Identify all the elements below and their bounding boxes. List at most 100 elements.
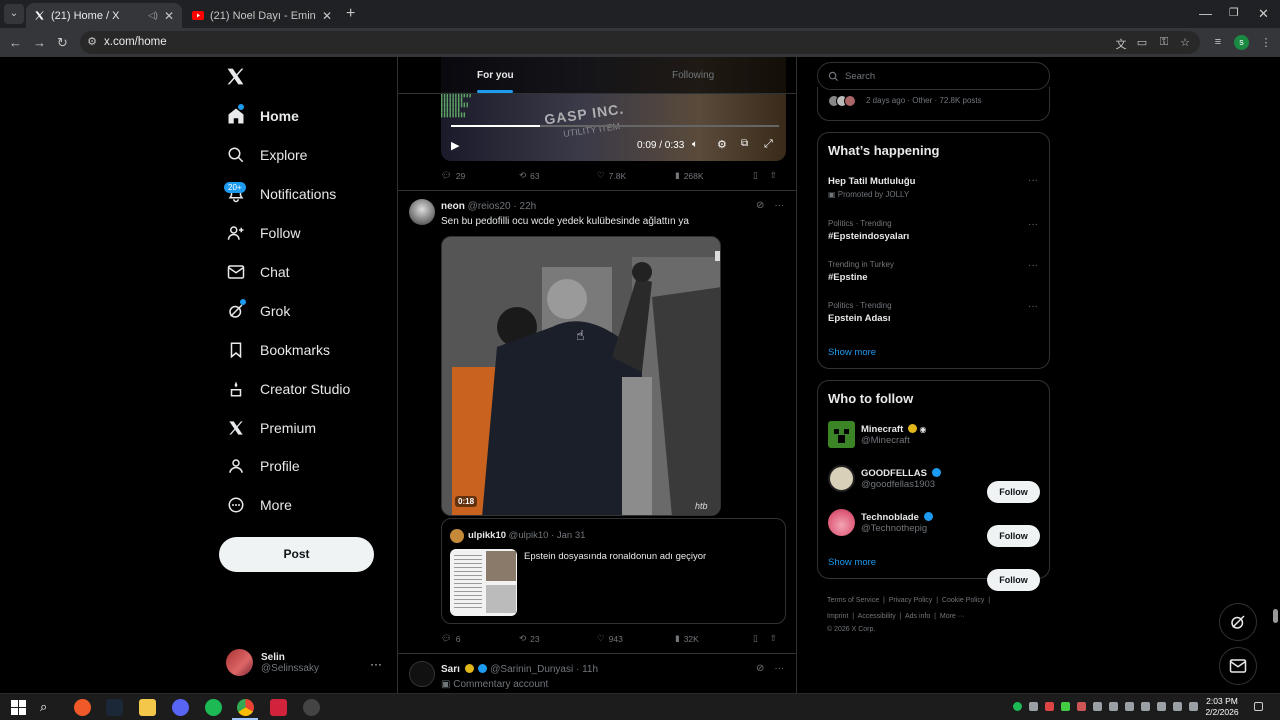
volume-icon[interactable] (1157, 702, 1166, 711)
trend-more-icon[interactable]: ··· (1028, 175, 1038, 186)
tray-icon[interactable] (1045, 702, 1054, 711)
bookmark-star-icon[interactable]: ☆ (1178, 36, 1192, 50)
tray-icon[interactable] (1093, 702, 1102, 711)
nav-profile[interactable]: Profile (226, 453, 300, 479)
discord-icon[interactable] (172, 699, 189, 716)
tweet-time[interactable]: 22h (520, 201, 537, 212)
restore-icon[interactable]: ❐ (1229, 6, 1239, 19)
share-icon[interactable]: ⇧ (770, 170, 777, 181)
nav-premium[interactable]: Premium (226, 415, 316, 441)
bookmark-icon[interactable]: ▯ (753, 633, 758, 644)
site-info-icon[interactable]: ⚙ (85, 35, 99, 49)
like-button[interactable]: ♡ 943 (597, 633, 675, 644)
search-icon[interactable]: ⌕ (40, 699, 57, 716)
app-icon[interactable] (303, 699, 320, 716)
tray-icon[interactable] (1061, 702, 1070, 711)
taskbar-clock[interactable]: 2:03 PM 2/2/2026 (1200, 696, 1244, 718)
tweet-author-name[interactable]: Sarı (441, 664, 460, 675)
suggested-account[interactable]: GOODFELLAS @goodfellas1903 (828, 465, 941, 492)
tweet-author-handle[interactable]: @Sarinin_Dunyasi (490, 664, 573, 675)
tab-for-you[interactable]: For you (477, 70, 557, 81)
window-close-icon[interactable]: ✕ (1258, 6, 1269, 22)
footer-link[interactable]: Ads info (905, 613, 930, 620)
reply-button[interactable]: 💬︎ 29 (441, 170, 519, 181)
new-tab-plus-icon[interactable]: + (346, 5, 355, 23)
tweet-video[interactable]: 0:18 htb ☝︎ (441, 236, 721, 516)
reload-icon[interactable]: ↻ (57, 35, 68, 51)
brave-icon[interactable] (74, 699, 91, 716)
tweet-time[interactable]: 11h (582, 664, 598, 675)
trend-more-icon[interactable]: ··· (1028, 301, 1038, 312)
reply-button[interactable]: 💬︎ 6 (441, 633, 519, 644)
avatar[interactable] (409, 199, 435, 225)
nav-bookmarks[interactable]: Bookmarks (226, 337, 330, 363)
grok-icon[interactable]: ⊘ (756, 663, 764, 674)
post-button[interactable]: Post (219, 537, 374, 572)
nav-home[interactable]: Home (226, 103, 299, 129)
spotify-tray-icon[interactable] (1013, 702, 1022, 711)
scrollbar-thumb[interactable] (1273, 609, 1278, 623)
search-input[interactable]: Search (817, 62, 1050, 90)
suggested-account[interactable]: Minecraft ◉ @Minecraft (828, 421, 927, 448)
quoted-tweet[interactable]: ulpikk10 @ulpik10 · Jan 31 Epstein dosya… (441, 518, 786, 624)
cast-icon[interactable]: ▭ (1135, 36, 1149, 50)
tray-icon[interactable] (1189, 702, 1198, 711)
trend-item[interactable]: Trending in Turkey #Epstine (828, 260, 894, 283)
nav-follow[interactable]: Follow (226, 220, 300, 246)
tray-icon[interactable] (1077, 702, 1086, 711)
chrome-icon[interactable] (237, 699, 254, 716)
follow-button[interactable]: Follow (987, 525, 1040, 547)
footer-link[interactable]: Cookie Policy (942, 597, 984, 604)
suggested-account[interactable]: Technoblade @Technothepig (828, 509, 933, 536)
forward-arrow-icon[interactable]: → (33, 35, 46, 50)
volume-icon[interactable]: 🔈︎ (692, 139, 698, 150)
footer-link[interactable]: Accessibility (858, 613, 896, 620)
tray-icon[interactable] (1109, 702, 1118, 711)
tab-close-icon[interactable]: ✕ (322, 9, 332, 23)
follow-button[interactable]: Follow (987, 481, 1040, 503)
grok-fab[interactable] (1219, 603, 1257, 641)
trend-more-icon[interactable]: ··· (1028, 260, 1038, 271)
show-more-link[interactable]: Show more (828, 557, 876, 568)
nav-grok[interactable]: Grok (226, 298, 290, 324)
repost-button[interactable]: ⟲ 23 (519, 633, 597, 644)
app-icon[interactable] (270, 699, 287, 716)
trend-item[interactable]: Hep Tatil Mutluluğu ▣ Promoted by JOLLY (828, 176, 915, 199)
file-explorer-icon[interactable] (139, 699, 156, 716)
more-options-icon[interactable]: ··· (774, 200, 784, 211)
tab-search-chevron-icon[interactable]: ⌄ (4, 4, 24, 24)
tab-following[interactable]: Following (672, 70, 714, 81)
nav-chat[interactable]: Chat (226, 259, 290, 285)
trend-item[interactable]: Politics · Trending #Epsteindosyaları (828, 219, 909, 242)
quote-thumbnail[interactable] (450, 549, 517, 616)
footer-link[interactable]: Imprint (827, 613, 848, 620)
spotify-icon[interactable] (205, 699, 222, 716)
video-progress-track[interactable] (451, 125, 779, 127)
translate-icon[interactable]: 文 (1114, 36, 1128, 51)
fullscreen-icon[interactable]: ⤢ (764, 138, 773, 151)
address-bar[interactable]: ⚙ x.com/home (80, 31, 1200, 54)
nav-creator-studio[interactable]: Creator Studio (226, 376, 350, 402)
tab-audio-icon[interactable]: ◁) (148, 10, 158, 21)
nav-more[interactable]: More (226, 492, 292, 518)
tweet-author-name[interactable]: neon (441, 201, 465, 212)
steam-icon[interactable] (106, 699, 123, 716)
browser-tab-active[interactable]: (21) Home / X ◁) ✕ (26, 3, 182, 28)
page-scrollbar[interactable] (1271, 57, 1280, 693)
tweet-author-handle[interactable]: @reios20 (468, 201, 511, 212)
repost-button[interactable]: ⟲ 63 (519, 170, 597, 181)
footer-link[interactable]: Privacy Policy (889, 597, 933, 604)
messages-fab[interactable] (1219, 647, 1257, 685)
notification-center-icon[interactable] (1254, 702, 1263, 711)
nav-explore[interactable]: Explore (226, 142, 307, 168)
password-key-icon[interactable]: ⚿ (1157, 36, 1171, 50)
network-icon[interactable] (1173, 702, 1182, 711)
media-control-icon[interactable]: ≡ (1211, 36, 1225, 50)
minimize-icon[interactable]: — (1199, 6, 1212, 21)
trend-more-icon[interactable]: ··· (1028, 219, 1038, 230)
browser-menu-icon[interactable]: ⋮ (1259, 36, 1273, 50)
tray-icon[interactable] (1029, 702, 1038, 711)
bookmark-icon[interactable]: ▯ (753, 170, 758, 181)
account-switcher[interactable]: Selin @Selinssaky (226, 649, 319, 676)
grok-icon[interactable]: ⊘ (756, 200, 764, 211)
